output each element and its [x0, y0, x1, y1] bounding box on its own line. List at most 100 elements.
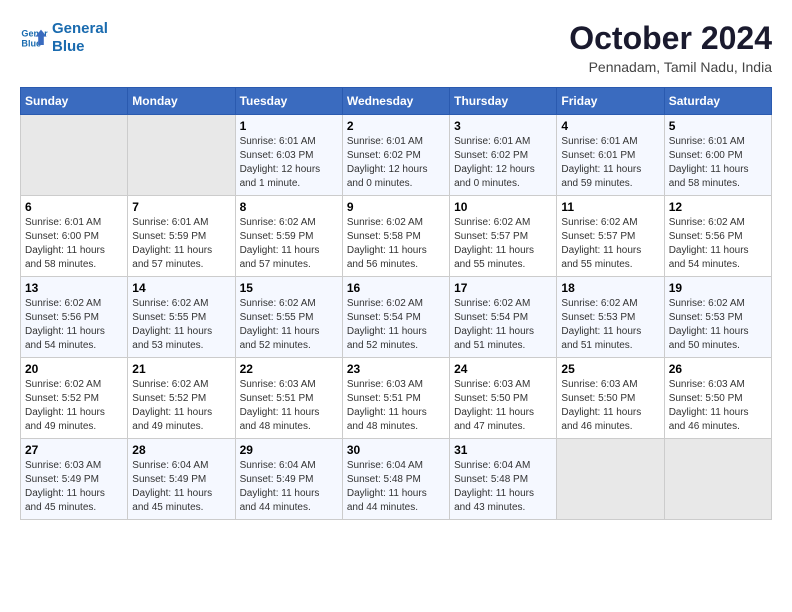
day-number: 11 — [561, 200, 659, 214]
day-number: 24 — [454, 362, 552, 376]
calendar-cell: 13 Sunrise: 6:02 AM Sunset: 5:56 PM Dayli… — [21, 277, 128, 358]
header-row: SundayMondayTuesdayWednesdayThursdayFrid… — [21, 88, 772, 115]
calendar-cell: 8Sunrise: 6:02 AM Sunset: 5:59 PM Daylig… — [235, 196, 342, 277]
title-area: October 2024 Pennadam, Tamil Nadu, India — [569, 20, 772, 75]
day-info: Sunrise: 6:02 AM Sunset: 5:55 PM Dayligh… — [240, 297, 338, 353]
header-cell-friday: Friday — [557, 88, 664, 115]
day-info: Sunrise: 6:01 AM Sunset: 6:02 PM Dayligh… — [454, 135, 552, 191]
day-info: Sunrise: 6:02 AM Sunset: 5:57 PM Dayligh… — [454, 216, 552, 272]
calendar-week-3: 13 Sunrise: 6:02 AM Sunset: 5:56 PM Dayli… — [21, 277, 772, 358]
calendar-cell: 12Sunrise: 6:02 AM Sunset: 5:56 PM Dayli… — [664, 196, 771, 277]
calendar-cell: 10 Sunrise: 6:02 AM Sunset: 5:57 PM Dayli… — [450, 196, 557, 277]
calendar-cell — [21, 115, 128, 196]
day-number: 6 — [25, 200, 123, 214]
subtitle: Pennadam, Tamil Nadu, India — [569, 59, 772, 75]
day-info: Sunrise: 6:04 AM Sunset: 5:49 PM Dayligh… — [132, 459, 230, 515]
calendar-body: 1 Sunrise: 6:01 AM Sunset: 6:03 PM Daylig… — [21, 115, 772, 520]
calendar-cell — [557, 439, 664, 520]
calendar-header: SundayMondayTuesdayWednesdayThursdayFrid… — [21, 88, 772, 115]
calendar-week-2: 6 Sunrise: 6:01 AM Sunset: 6:00 PM Daylig… — [21, 196, 772, 277]
header-cell-wednesday: Wednesday — [342, 88, 449, 115]
logo-icon: General Blue — [20, 24, 48, 52]
day-info: Sunrise: 6:04 AM Sunset: 5:48 PM Dayligh… — [347, 459, 445, 515]
calendar-week-4: 20Sunrise: 6:02 AM Sunset: 5:52 PM Dayli… — [21, 358, 772, 439]
day-info: Sunrise: 6:03 AM Sunset: 5:51 PM Dayligh… — [240, 378, 338, 434]
calendar-week-5: 27 Sunrise: 6:03 AM Sunset: 5:49 PM Dayli… — [21, 439, 772, 520]
day-info: Sunrise: 6:02 AM Sunset: 5:52 PM Dayligh… — [25, 378, 123, 434]
day-number: 10 — [454, 200, 552, 214]
day-number: 13 — [25, 281, 123, 295]
day-info: Sunrise: 6:03 AM Sunset: 5:50 PM Dayligh… — [669, 378, 767, 434]
day-info: Sunrise: 6:02 AM Sunset: 5:53 PM Dayligh… — [669, 297, 767, 353]
day-info: Sunrise: 6:02 AM Sunset: 5:52 PM Dayligh… — [132, 378, 230, 434]
calendar-cell: 31 Sunrise: 6:04 AM Sunset: 5:48 PM Dayli… — [450, 439, 557, 520]
day-info: Sunrise: 6:03 AM Sunset: 5:50 PM Dayligh… — [454, 378, 552, 434]
calendar-cell: 15 Sunrise: 6:02 AM Sunset: 5:55 PM Dayli… — [235, 277, 342, 358]
header: General Blue General Blue October 2024 P… — [20, 20, 772, 75]
day-number: 15 — [240, 281, 338, 295]
calendar-cell — [128, 115, 235, 196]
day-info: Sunrise: 6:01 AM Sunset: 6:00 PM Dayligh… — [25, 216, 123, 272]
day-number: 18 — [561, 281, 659, 295]
day-info: Sunrise: 6:04 AM Sunset: 5:49 PM Dayligh… — [240, 459, 338, 515]
calendar-cell: 28Sunrise: 6:04 AM Sunset: 5:49 PM Dayli… — [128, 439, 235, 520]
day-info: Sunrise: 6:04 AM Sunset: 5:48 PM Dayligh… — [454, 459, 552, 515]
day-number: 5 — [669, 119, 767, 133]
day-number: 29 — [240, 443, 338, 457]
calendar-cell: 7Sunrise: 6:01 AM Sunset: 5:59 PM Daylig… — [128, 196, 235, 277]
day-info: Sunrise: 6:02 AM Sunset: 5:57 PM Dayligh… — [561, 216, 659, 272]
day-number: 30 — [347, 443, 445, 457]
calendar-cell: 19 Sunrise: 6:02 AM Sunset: 5:53 PM Dayli… — [664, 277, 771, 358]
day-info: Sunrise: 6:02 AM Sunset: 5:54 PM Dayligh… — [454, 297, 552, 353]
day-info: Sunrise: 6:02 AM Sunset: 5:56 PM Dayligh… — [25, 297, 123, 353]
calendar-cell: 5Sunrise: 6:01 AM Sunset: 6:00 PM Daylig… — [664, 115, 771, 196]
calendar-cell: 2Sunrise: 6:01 AM Sunset: 6:02 PM Daylig… — [342, 115, 449, 196]
calendar-cell: 24 Sunrise: 6:03 AM Sunset: 5:50 PM Dayli… — [450, 358, 557, 439]
calendar-cell — [664, 439, 771, 520]
day-number: 23 — [347, 362, 445, 376]
calendar-cell: 22 Sunrise: 6:03 AM Sunset: 5:51 PM Dayli… — [235, 358, 342, 439]
calendar-cell: 4 Sunrise: 6:01 AM Sunset: 6:01 PM Daylig… — [557, 115, 664, 196]
calendar-cell: 17 Sunrise: 6:02 AM Sunset: 5:54 PM Dayli… — [450, 277, 557, 358]
header-cell-saturday: Saturday — [664, 88, 771, 115]
calendar-cell: 25Sunrise: 6:03 AM Sunset: 5:50 PM Dayli… — [557, 358, 664, 439]
calendar-cell: 16Sunrise: 6:02 AM Sunset: 5:54 PM Dayli… — [342, 277, 449, 358]
day-info: Sunrise: 6:02 AM Sunset: 5:54 PM Dayligh… — [347, 297, 445, 353]
day-number: 7 — [132, 200, 230, 214]
calendar-cell: 14 Sunrise: 6:02 AM Sunset: 5:55 PM Dayli… — [128, 277, 235, 358]
calendar-cell: 30 Sunrise: 6:04 AM Sunset: 5:48 PM Dayli… — [342, 439, 449, 520]
logo-text: General Blue — [52, 20, 108, 56]
day-info: Sunrise: 6:02 AM Sunset: 5:56 PM Dayligh… — [669, 216, 767, 272]
day-info: Sunrise: 6:01 AM Sunset: 6:01 PM Dayligh… — [561, 135, 659, 191]
day-number: 31 — [454, 443, 552, 457]
day-number: 19 — [669, 281, 767, 295]
calendar-week-1: 1 Sunrise: 6:01 AM Sunset: 6:03 PM Daylig… — [21, 115, 772, 196]
day-info: Sunrise: 6:02 AM Sunset: 5:53 PM Dayligh… — [561, 297, 659, 353]
calendar-cell: 18 Sunrise: 6:02 AM Sunset: 5:53 PM Dayli… — [557, 277, 664, 358]
calendar-table: SundayMondayTuesdayWednesdayThursdayFrid… — [20, 87, 772, 520]
day-number: 22 — [240, 362, 338, 376]
header-cell-sunday: Sunday — [21, 88, 128, 115]
day-info: Sunrise: 6:01 AM Sunset: 6:03 PM Dayligh… — [240, 135, 338, 191]
main-title: October 2024 — [569, 20, 772, 57]
day-number: 1 — [240, 119, 338, 133]
logo-line1: General — [52, 20, 108, 37]
calendar-cell: 20Sunrise: 6:02 AM Sunset: 5:52 PM Dayli… — [21, 358, 128, 439]
day-info: Sunrise: 6:03 AM Sunset: 5:50 PM Dayligh… — [561, 378, 659, 434]
day-number: 17 — [454, 281, 552, 295]
logo-line2: Blue — [52, 38, 85, 55]
day-number: 26 — [669, 362, 767, 376]
day-info: Sunrise: 6:02 AM Sunset: 5:55 PM Dayligh… — [132, 297, 230, 353]
svg-text:Blue: Blue — [21, 38, 41, 48]
day-info: Sunrise: 6:03 AM Sunset: 5:49 PM Dayligh… — [25, 459, 123, 515]
calendar-cell: 23Sunrise: 6:03 AM Sunset: 5:51 PM Dayli… — [342, 358, 449, 439]
calendar-cell: 26 Sunrise: 6:03 AM Sunset: 5:50 PM Dayli… — [664, 358, 771, 439]
day-number: 27 — [25, 443, 123, 457]
day-info: Sunrise: 6:02 AM Sunset: 5:58 PM Dayligh… — [347, 216, 445, 272]
calendar-cell: 9Sunrise: 6:02 AM Sunset: 5:58 PM Daylig… — [342, 196, 449, 277]
calendar-cell: 11 Sunrise: 6:02 AM Sunset: 5:57 PM Dayli… — [557, 196, 664, 277]
day-number: 4 — [561, 119, 659, 133]
logo: General Blue General Blue — [20, 20, 108, 56]
day-number: 14 — [132, 281, 230, 295]
day-number: 8 — [240, 200, 338, 214]
